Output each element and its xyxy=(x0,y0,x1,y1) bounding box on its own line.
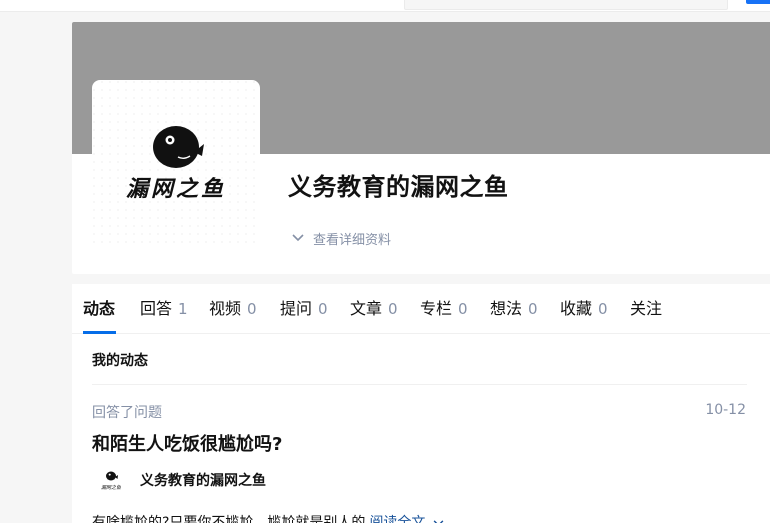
tab-activity[interactable]: 动态 xyxy=(83,284,115,334)
feed-item-question-title[interactable]: 和陌生人吃饭很尴尬吗? xyxy=(92,430,282,456)
tab-label: 视频 xyxy=(209,299,242,318)
tab-label: 文章 xyxy=(350,299,383,318)
excerpt-text: 有啥尴尬的?只要你不尴尬，尴尬就是别人的 xyxy=(92,515,366,523)
view-details-toggle[interactable]: 查看详细资料 xyxy=(292,228,391,248)
profile-tabs: 动态 回答 1 视频 0 提问 0 文章 0 专栏 0 想法 0 收藏 0 关注 xyxy=(72,284,770,334)
active-tab-indicator xyxy=(83,331,116,334)
tab-count: 0 xyxy=(247,300,257,318)
feed-item-excerpt[interactable]: 有啥尴尬的?只要你不尴尬，尴尬就是别人的 阅读全文 xyxy=(92,512,444,523)
tab-count: 0 xyxy=(458,300,468,318)
author-avatar[interactable]: 漏网之鱼 xyxy=(96,465,126,495)
tab-count: 0 xyxy=(528,300,538,318)
tab-columns[interactable]: 专栏 0 xyxy=(420,284,468,334)
tab-count: 0 xyxy=(388,300,398,318)
tab-label: 回答 xyxy=(140,299,173,318)
avatar-logo-text: 漏网之鱼 xyxy=(126,176,226,202)
tab-label: 专栏 xyxy=(420,299,453,318)
tab-label: 收藏 xyxy=(560,299,593,318)
tab-videos[interactable]: 视频 0 xyxy=(209,284,257,334)
author-avatar-text: 漏网之鱼 xyxy=(101,484,121,491)
tab-following[interactable]: 关注 xyxy=(630,284,662,334)
tab-count: 0 xyxy=(598,300,608,318)
read-more-link[interactable]: 阅读全文 xyxy=(369,515,444,523)
tab-collections[interactable]: 收藏 0 xyxy=(560,284,608,334)
profile-content-card: 动态 回答 1 视频 0 提问 0 文章 0 专栏 0 想法 0 收藏 0 关注 我的动态 回… xyxy=(72,284,770,523)
tab-count: 1 xyxy=(178,300,188,318)
view-details-label: 查看详细资料 xyxy=(313,232,392,248)
chevron-down-icon xyxy=(292,234,304,242)
tab-label: 提问 xyxy=(280,299,313,318)
profile-avatar[interactable]: 漏网之鱼 xyxy=(92,80,260,248)
tab-label: 关注 xyxy=(630,299,663,318)
section-divider xyxy=(92,384,747,385)
fish-logo-icon: 漏网之鱼 xyxy=(92,80,260,248)
feed-item-date: 10-12 xyxy=(705,402,746,418)
section-title: 我的动态 xyxy=(92,353,148,369)
tab-label: 想法 xyxy=(490,299,523,318)
chevron-down-icon xyxy=(433,519,444,523)
search-input[interactable] xyxy=(404,0,728,10)
tab-questions[interactable]: 提问 0 xyxy=(280,284,328,334)
profile-name: 义务教育的漏网之鱼 xyxy=(288,173,509,201)
tab-count: 0 xyxy=(318,300,328,318)
ask-question-button[interactable] xyxy=(746,0,770,4)
tab-label: 动态 xyxy=(83,299,116,318)
read-more-label: 阅读全文 xyxy=(369,515,426,523)
feed-item-author[interactable]: 漏网之鱼 义务教育的漏网之鱼 xyxy=(96,465,266,495)
profile-header-card: 漏网之鱼 义务教育的漏网之鱼 查看详细资料 xyxy=(72,22,770,274)
tab-thoughts[interactable]: 想法 0 xyxy=(490,284,538,334)
feed-item-action: 回答了问题 xyxy=(92,405,162,421)
top-navigation-bar xyxy=(0,0,770,12)
author-name[interactable]: 义务教育的漏网之鱼 xyxy=(140,470,266,490)
tab-answers[interactable]: 回答 1 xyxy=(140,284,188,334)
tab-articles[interactable]: 文章 0 xyxy=(350,284,398,334)
